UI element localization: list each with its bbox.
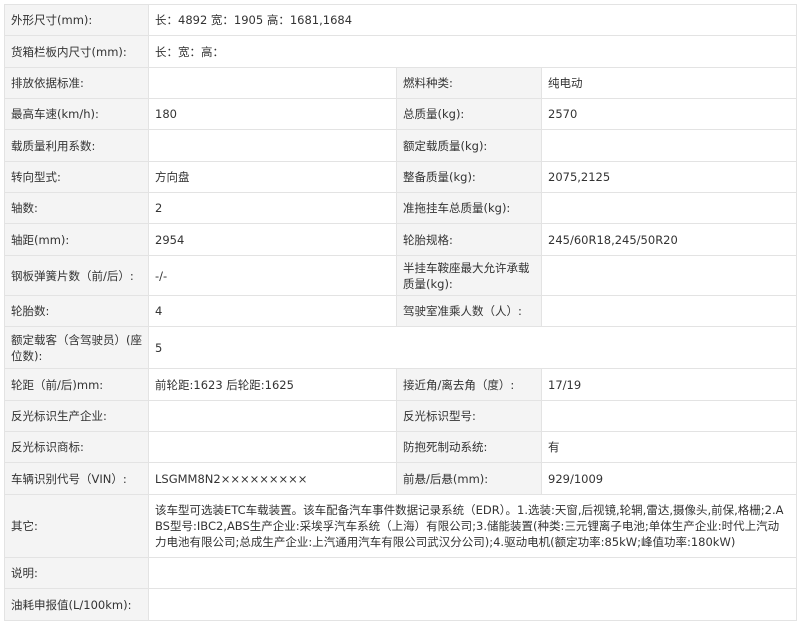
note-value [148,557,797,589]
wheelbase-value: 2954 [148,223,397,256]
reflector-maker-value [148,400,397,432]
table-row: 外形尺寸(mm): 长：4892 宽：1905 高：1681,1684 [4,4,797,36]
load-utilization-label: 载质量利用系数: [4,129,149,162]
table-row: 反光标识商标: 防抱死制动系统: 有 [4,431,797,463]
other-value: 该车型可选装ETC车载装置。该车配备汽车事件数据记录系统（EDR）。1.选装:天… [148,494,797,558]
table-row: 反光标识生产企业: 反光标识型号: [4,400,797,432]
emission-standard-value [148,67,397,99]
leaf-spring-label: 钢板弹簧片数（前/后）: [4,255,149,296]
approach-departure-angle-value: 17/19 [541,368,797,401]
dimensions-value: 长：4892 宽：1905 高：1681,1684 [148,4,797,36]
axle-count-label: 轴数: [4,192,149,224]
rated-load-value [541,129,797,162]
load-utilization-value [148,129,397,162]
cargo-box-dimensions-label: 货箱栏板内尺寸(mm): [4,35,149,68]
saddle-load-value [541,255,797,296]
steering-type-label: 转向型式: [4,161,149,193]
table-row: 轴数: 2 准拖挂车总质量(kg): [4,192,797,224]
table-row: 轮距（前/后)mm: 前轮距:1623 后轮距:1625 接近角/离去角（度）:… [4,368,797,401]
tire-count-value: 4 [148,295,397,327]
gross-mass-label: 总质量(kg): [396,98,542,130]
table-row: 载质量利用系数: 额定载质量(kg): [4,129,797,162]
table-row: 轮胎数: 4 驾驶室准乘人数（人）: [4,295,797,327]
table-row: 最高车速(km/h): 180 总质量(kg): 2570 [4,98,797,130]
table-row: 排放依据标准: 燃料种类: 纯电动 [4,67,797,99]
table-row: 说明: [4,557,797,589]
emission-standard-label: 排放依据标准: [4,67,149,99]
fuel-type-label: 燃料种类: [396,67,542,99]
table-row: 油耗申报值(L/100km): [4,588,797,621]
table-row: 轴距(mm): 2954 轮胎规格: 245/60R18,245/50R20 [4,223,797,256]
reflector-maker-label: 反光标识生产企业: [4,400,149,432]
abs-label: 防抱死制动系统: [396,431,542,463]
steering-type-value: 方向盘 [148,161,397,193]
overhang-value: 929/1009 [541,462,797,495]
vehicle-spec-table: 外形尺寸(mm): 长：4892 宽：1905 高：1681,1684 货箱栏板… [4,4,797,621]
table-row: 额定载客（含驾驶员）(座位数): 5 [4,326,797,369]
tire-spec-label: 轮胎规格: [396,223,542,256]
fuel-consumption-value [148,588,797,621]
overhang-label: 前悬/后悬(mm): [396,462,542,495]
max-speed-value: 180 [148,98,397,130]
trailer-mass-label: 准拖挂车总质量(kg): [396,192,542,224]
leaf-spring-value: -/- [148,255,397,296]
reflector-brand-value [148,431,397,463]
abs-value: 有 [541,431,797,463]
table-row: 钢板弹簧片数（前/后）: -/- 半挂车鞍座最大允许承载质量(kg): [4,255,797,296]
vin-label: 车辆识别代号（VIN）: [4,462,149,495]
vin-value: LSGMM8N2××××××××× [148,462,397,495]
seating-capacity-label: 额定载客（含驾驶员）(座位数): [4,326,149,369]
curb-mass-value: 2075,2125 [541,161,797,193]
fuel-consumption-label: 油耗申报值(L/100km): [4,588,149,621]
reflector-model-label: 反光标识型号: [396,400,542,432]
table-row: 车辆识别代号（VIN）: LSGMM8N2××××××××× 前悬/后悬(mm)… [4,462,797,495]
seating-capacity-value: 5 [148,326,797,369]
tire-count-label: 轮胎数: [4,295,149,327]
axle-count-value: 2 [148,192,397,224]
dimensions-label: 外形尺寸(mm): [4,4,149,36]
track-width-label: 轮距（前/后)mm: [4,368,149,401]
saddle-load-label: 半挂车鞍座最大允许承载质量(kg): [396,255,542,296]
cab-capacity-value [541,295,797,327]
curb-mass-label: 整备质量(kg): [396,161,542,193]
reflector-model-value [541,400,797,432]
cab-capacity-label: 驾驶室准乘人数（人）: [396,295,542,327]
table-row: 其它: 该车型可选装ETC车载装置。该车配备汽车事件数据记录系统（EDR）。1.… [4,494,797,558]
fuel-type-value: 纯电动 [541,67,797,99]
max-speed-label: 最高车速(km/h): [4,98,149,130]
gross-mass-value: 2570 [541,98,797,130]
wheelbase-label: 轴距(mm): [4,223,149,256]
track-width-value: 前轮距:1623 后轮距:1625 [148,368,397,401]
other-label: 其它: [4,494,149,558]
reflector-brand-label: 反光标识商标: [4,431,149,463]
note-label: 说明: [4,557,149,589]
table-row: 货箱栏板内尺寸(mm): 长：宽：高： [4,35,797,68]
trailer-mass-value [541,192,797,224]
table-row: 转向型式: 方向盘 整备质量(kg): 2075,2125 [4,161,797,193]
approach-departure-angle-label: 接近角/离去角（度）: [396,368,542,401]
cargo-box-dimensions-value: 长：宽：高： [148,35,797,68]
tire-spec-value: 245/60R18,245/50R20 [541,223,797,256]
rated-load-label: 额定载质量(kg): [396,129,542,162]
